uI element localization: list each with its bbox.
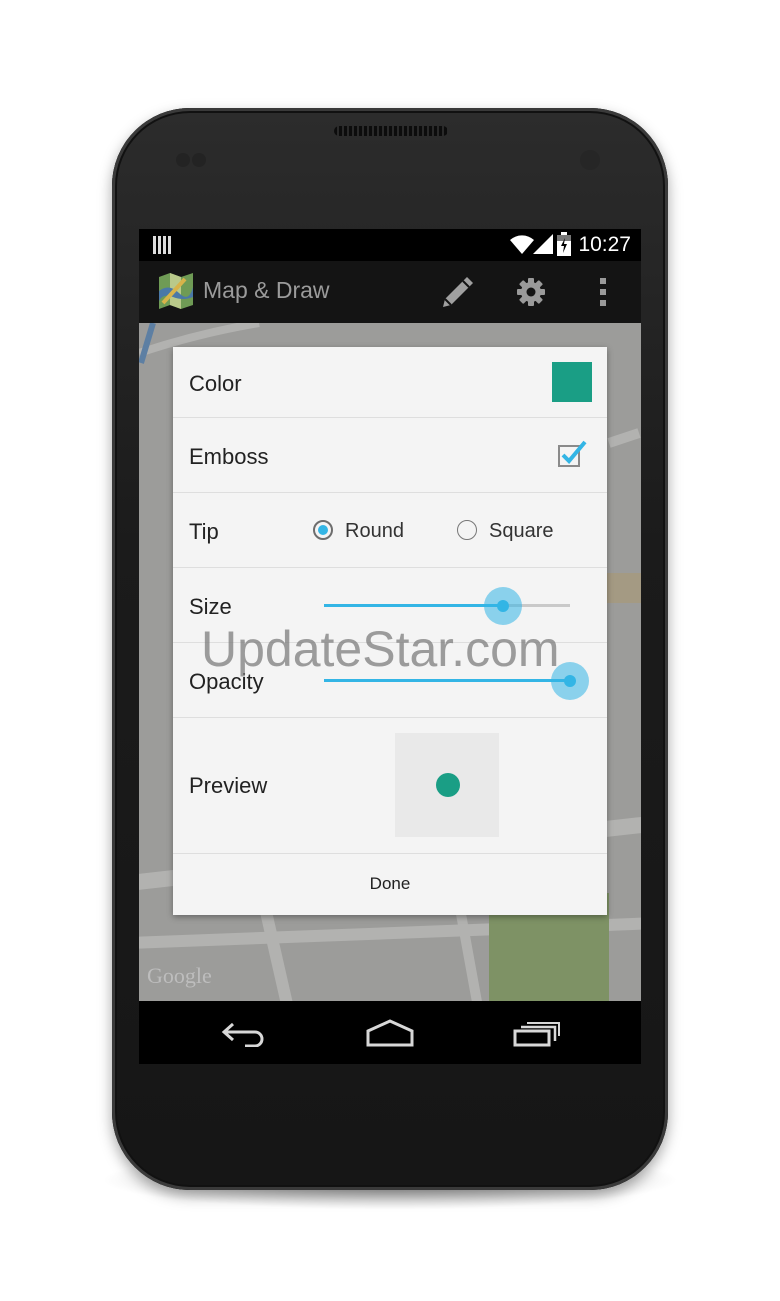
signal-icon [533,234,553,254]
radio-square-label[interactable]: Square [489,520,554,543]
emboss-row[interactable]: Emboss [173,418,607,493]
battery-icon [557,232,571,256]
navigation-bar [139,1001,641,1064]
gear-icon[interactable] [516,277,546,307]
recent-apps-icon[interactable] [513,1021,561,1047]
opacity-slider-fill [324,679,570,682]
proximity-sensor [176,153,190,167]
radio-round[interactable] [313,520,333,540]
radio-round-label[interactable]: Round [345,520,404,543]
done-button[interactable]: Done [173,854,607,915]
overflow-menu-icon[interactable] [599,277,607,307]
emboss-checkbox[interactable] [558,440,588,468]
opacity-slider-thumb-center [564,675,576,687]
pencil-icon[interactable] [441,275,475,309]
preview-box [395,733,499,837]
status-bar: 10:27 [139,229,641,261]
notification-icon [153,236,171,254]
back-icon[interactable] [221,1021,267,1047]
action-bar: Map & Draw [139,261,641,323]
radio-square[interactable] [457,520,477,540]
watermark: UpdateStar.com [201,621,560,677]
radio-round-dot [318,525,328,535]
size-slider-fill [324,604,504,607]
app-title: Map & Draw [203,277,330,303]
brush-preview-dot [436,773,460,797]
wifi-icon [510,235,534,254]
preview-row: Preview [173,718,607,854]
done-button-label: Done [369,874,411,893]
earpiece-speaker [334,126,448,136]
color-row[interactable]: Color [173,347,607,418]
color-swatch[interactable] [552,362,592,402]
app-map-icon[interactable] [159,273,193,309]
front-camera [580,150,600,170]
tip-row: Tip Round Square [173,493,607,568]
map-attribution: Google [147,963,212,988]
light-sensor [192,153,206,167]
status-time: 10:27 [578,233,631,256]
tip-label: Tip [189,519,219,544]
home-icon[interactable] [365,1019,415,1047]
size-label: Size [189,594,232,619]
preview-label: Preview [189,773,268,798]
emboss-label: Emboss [189,444,269,469]
color-label: Color [189,371,242,396]
